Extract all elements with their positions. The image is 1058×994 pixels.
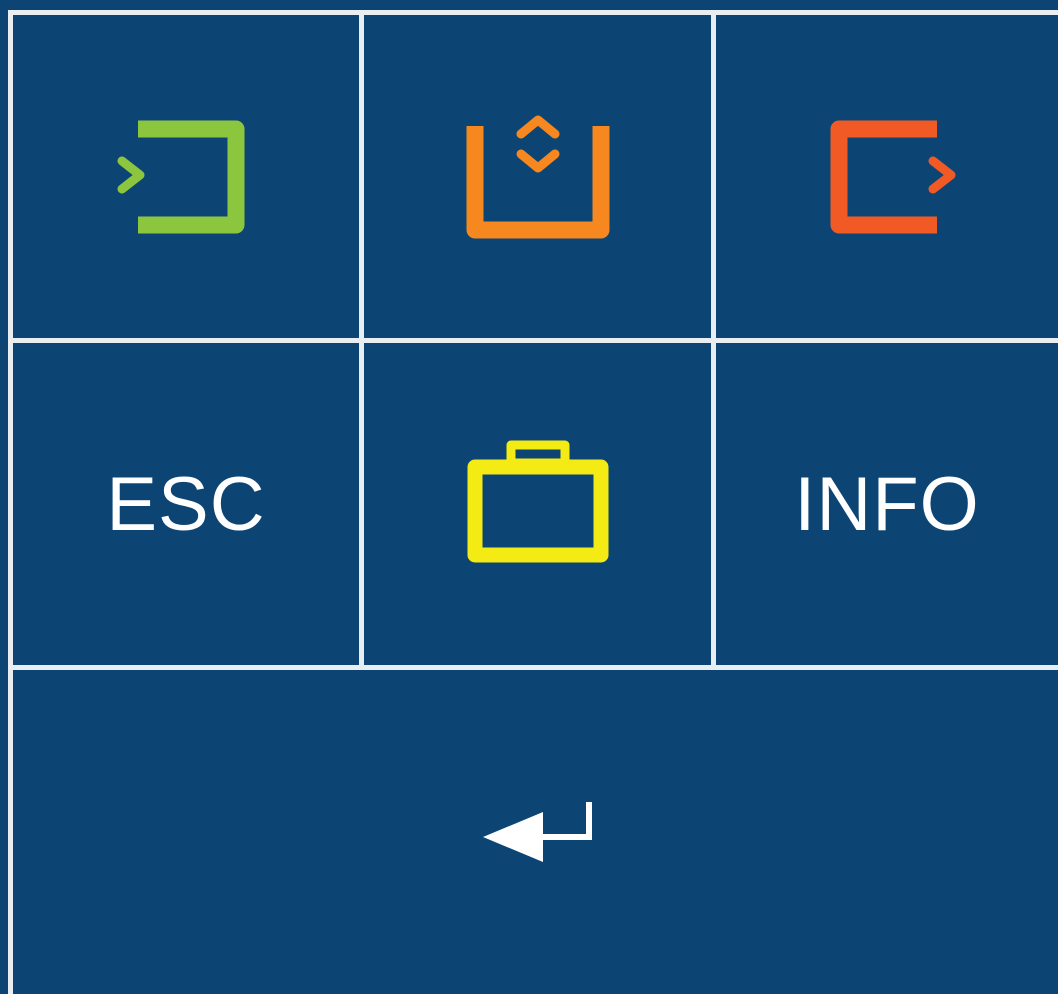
input-key[interactable]	[13, 15, 359, 338]
input-icon	[117, 120, 245, 233]
info-key[interactable]: INFO	[716, 343, 1058, 665]
esc-label: ESC	[106, 461, 266, 547]
enter-key[interactable]	[13, 670, 1058, 994]
esc-key[interactable]: ESC	[13, 343, 359, 665]
menu-updown-icon	[466, 115, 609, 238]
keypad-panel: ESC INFO	[0, 0, 1058, 994]
briefcase-key[interactable]	[364, 343, 711, 665]
menu-key[interactable]	[364, 15, 711, 338]
briefcase-icon	[467, 440, 608, 563]
enter-arrow-icon	[483, 802, 592, 862]
info-label: INFO	[794, 461, 980, 547]
output-key[interactable]	[716, 15, 1058, 338]
output-icon	[830, 120, 956, 233]
